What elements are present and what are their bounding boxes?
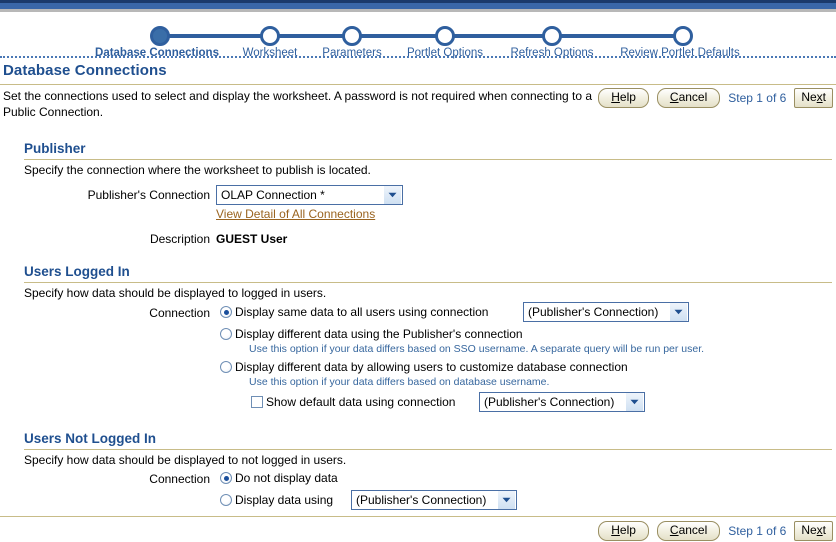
publisher-description-label: Description [149,232,210,246]
chevron-down-icon [669,303,687,321]
users-not-logged-in-connection-label: Connection [149,472,210,486]
stepper-node-4[interactable] [435,26,455,46]
radio-do-not-display-data-label[interactable]: Do not display data [235,471,338,485]
checkbox-show-default-data-label[interactable]: Show default data using connection [266,395,455,409]
stepper-node-5[interactable] [542,26,562,46]
help-button-top-label-rest: elp [619,90,636,104]
chevron-down-icon [383,186,401,204]
publisher-section-heading: Publisher [24,141,86,156]
radio-display-different-customize-connection-label[interactable]: Display different data by allowing users… [235,360,628,374]
radio-display-same-data[interactable] [220,306,232,318]
users-logged-in-section-divider [24,282,832,283]
stepper-node-1[interactable] [150,26,170,46]
stepper-node-2[interactable] [260,26,280,46]
display-data-using-connection-select-value: (Publisher's Connection) [356,493,487,507]
action-bar-top: Help Cancel Step 1 of 6 Next [598,88,833,108]
chevron-down-icon [497,491,515,509]
page-intro-text: Set the connections used to select and d… [3,89,593,119]
users-not-logged-in-section-heading: Users Not Logged In [24,431,157,446]
cancel-button-bottom-label-rest: ancel [678,523,708,537]
help-button-top[interactable]: Help [598,88,649,108]
radio-display-different-publisher-connection-label[interactable]: Display different data using the Publish… [235,327,523,341]
next-button-top[interactable]: Next [794,88,833,108]
step-counter-bottom: Step 1 of 6 [728,524,787,538]
stepper-rail [160,34,683,38]
users-not-logged-in-section-description: Specify how data should be displayed to … [24,453,347,467]
radio-display-different-customize-connection[interactable] [220,361,232,373]
users-logged-in-connection-label: Connection [149,306,210,320]
page-title: Database Connections [3,62,167,79]
wizard-stepper: Database Connections Worksheet Parameter… [0,12,836,59]
help-button-bottom[interactable]: Help [598,521,649,541]
radio-do-not-display-data[interactable] [220,472,232,484]
display-same-data-connection-select[interactable]: (Publisher's Connection) [523,302,689,322]
users-logged-in-section-description: Specify how data should be displayed to … [24,286,327,300]
display-same-data-connection-select-value: (Publisher's Connection) [528,305,659,319]
stepper-node-3[interactable] [342,26,362,46]
cancel-button-top[interactable]: Cancel [656,88,721,108]
users-not-logged-in-section-divider [24,449,832,450]
help-button-bottom-label-rest: elp [619,523,636,537]
publishers-connection-select[interactable]: OLAP Connection * [216,185,403,205]
chevron-down-icon [625,393,643,411]
display-data-using-connection-select[interactable]: (Publisher's Connection) [351,490,517,510]
show-default-data-connection-select[interactable]: (Publisher's Connection) [479,392,645,412]
radio-display-different-publisher-connection-hint: Use this option if your data differs bas… [249,343,705,355]
checkbox-show-default-data[interactable] [251,396,263,408]
show-default-data-connection-select-value: (Publisher's Connection) [484,395,615,409]
stepper-divider [0,56,836,58]
action-bar-bottom: Help Cancel Step 1 of 6 Next [598,521,833,541]
radio-display-data-using[interactable] [220,494,232,506]
page-title-divider [0,84,836,85]
radio-display-different-customize-connection-hint: Use this option if your data differs bas… [249,376,550,388]
cancel-button-bottom[interactable]: Cancel [656,521,721,541]
publisher-description-value: GUEST User [216,232,288,246]
publisher-section-description: Specify the connection where the workshe… [24,163,371,177]
radio-display-data-using-label[interactable]: Display data using [235,493,333,507]
radio-display-same-data-label[interactable]: Display same data to all users using con… [235,305,488,319]
cancel-button-top-label-rest: ancel [678,90,708,104]
stepper-node-6[interactable] [673,26,693,46]
publisher-section-divider [24,159,832,160]
browser-accent-bar [0,0,836,12]
step-counter-top: Step 1 of 6 [728,91,787,105]
next-button-bottom[interactable]: Next [794,521,833,541]
view-detail-of-all-connections-link[interactable]: View Detail of All Connections [216,207,375,221]
publishers-connection-label: Publisher's Connection [87,188,210,202]
radio-display-different-publisher-connection[interactable] [220,328,232,340]
users-logged-in-section-heading: Users Logged In [24,264,130,279]
publishers-connection-select-value: OLAP Connection * [221,188,325,202]
footer-divider [0,516,836,517]
